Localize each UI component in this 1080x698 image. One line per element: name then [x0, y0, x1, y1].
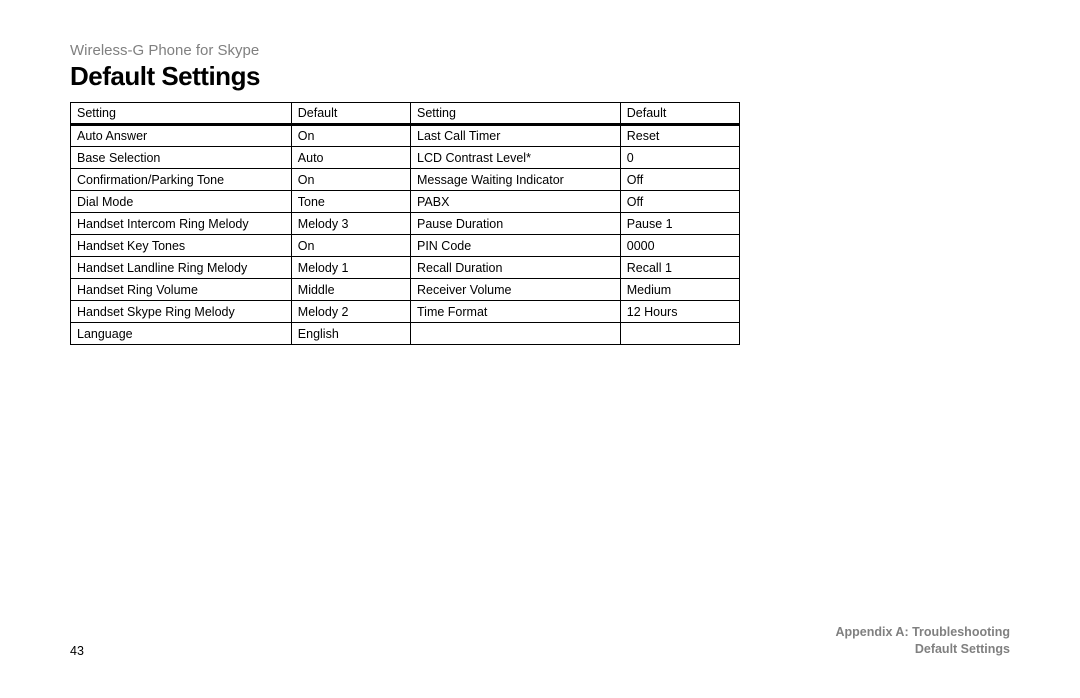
setting-default: On — [291, 125, 410, 147]
page-number: 43 — [70, 644, 84, 658]
setting-name: Recall Duration — [411, 257, 621, 279]
setting-default: On — [291, 169, 410, 191]
setting-name: Handset Intercom Ring Melody — [71, 213, 292, 235]
setting-name: Auto Answer — [71, 125, 292, 147]
setting-name: Handset Ring Volume — [71, 279, 292, 301]
setting-default: Auto — [291, 147, 410, 169]
table-row: Base Selection Auto LCD Contrast Level* … — [71, 147, 740, 169]
setting-name: Last Call Timer — [411, 125, 621, 147]
document-subtitle: Wireless-G Phone for Skype — [70, 42, 1010, 59]
document-title: Default Settings — [70, 61, 1010, 92]
setting-default: Tone — [291, 191, 410, 213]
setting-default: Off — [620, 191, 739, 213]
setting-name: Dial Mode — [71, 191, 292, 213]
setting-default: Off — [620, 169, 739, 191]
setting-default: 0 — [620, 147, 739, 169]
setting-name: Base Selection — [71, 147, 292, 169]
footer-section: Default Settings — [835, 641, 1010, 658]
setting-default: Middle — [291, 279, 410, 301]
table-row: Confirmation/Parking Tone On Message Wai… — [71, 169, 740, 191]
setting-default: Melody 2 — [291, 301, 410, 323]
setting-name: Handset Skype Ring Melody — [71, 301, 292, 323]
setting-default: On — [291, 235, 410, 257]
setting-default: Medium — [620, 279, 739, 301]
table-header-cell: Default — [291, 103, 410, 125]
table-row: Handset Skype Ring Melody Melody 2 Time … — [71, 301, 740, 323]
setting-default: Recall 1 — [620, 257, 739, 279]
setting-default: Pause 1 — [620, 213, 739, 235]
table-row: Language English — [71, 323, 740, 345]
setting-name: Handset Key Tones — [71, 235, 292, 257]
setting-default: 0000 — [620, 235, 739, 257]
setting-default: English — [291, 323, 410, 345]
setting-name: Handset Landline Ring Melody — [71, 257, 292, 279]
setting-default: Reset — [620, 125, 739, 147]
settings-table: Setting Default Setting Default Auto Ans… — [70, 102, 740, 345]
setting-name: Confirmation/Parking Tone — [71, 169, 292, 191]
table-row: Handset Key Tones On PIN Code 0000 — [71, 235, 740, 257]
setting-name: Receiver Volume — [411, 279, 621, 301]
table-header-cell: Setting — [71, 103, 292, 125]
table-header-row: Setting Default Setting Default — [71, 103, 740, 125]
setting-default: Melody 1 — [291, 257, 410, 279]
setting-default: Melody 3 — [291, 213, 410, 235]
setting-name: Language — [71, 323, 292, 345]
table-row: Auto Answer On Last Call Timer Reset — [71, 125, 740, 147]
footer-section-info: Appendix A: Troubleshooting Default Sett… — [835, 624, 1010, 658]
setting-name — [411, 323, 621, 345]
setting-name: Pause Duration — [411, 213, 621, 235]
setting-name: LCD Contrast Level* — [411, 147, 621, 169]
setting-default: 12 Hours — [620, 301, 739, 323]
setting-name: Message Waiting Indicator — [411, 169, 621, 191]
table-header-cell: Default — [620, 103, 739, 125]
setting-default — [620, 323, 739, 345]
table-row: Handset Landline Ring Melody Melody 1 Re… — [71, 257, 740, 279]
table-row: Dial Mode Tone PABX Off — [71, 191, 740, 213]
setting-name: Time Format — [411, 301, 621, 323]
footer-appendix: Appendix A: Troubleshooting — [835, 624, 1010, 641]
table-row: Handset Intercom Ring Melody Melody 3 Pa… — [71, 213, 740, 235]
setting-name: PIN Code — [411, 235, 621, 257]
page-footer: 43 Appendix A: Troubleshooting Default S… — [70, 624, 1010, 658]
table-row: Handset Ring Volume Middle Receiver Volu… — [71, 279, 740, 301]
table-header-cell: Setting — [411, 103, 621, 125]
setting-name: PABX — [411, 191, 621, 213]
